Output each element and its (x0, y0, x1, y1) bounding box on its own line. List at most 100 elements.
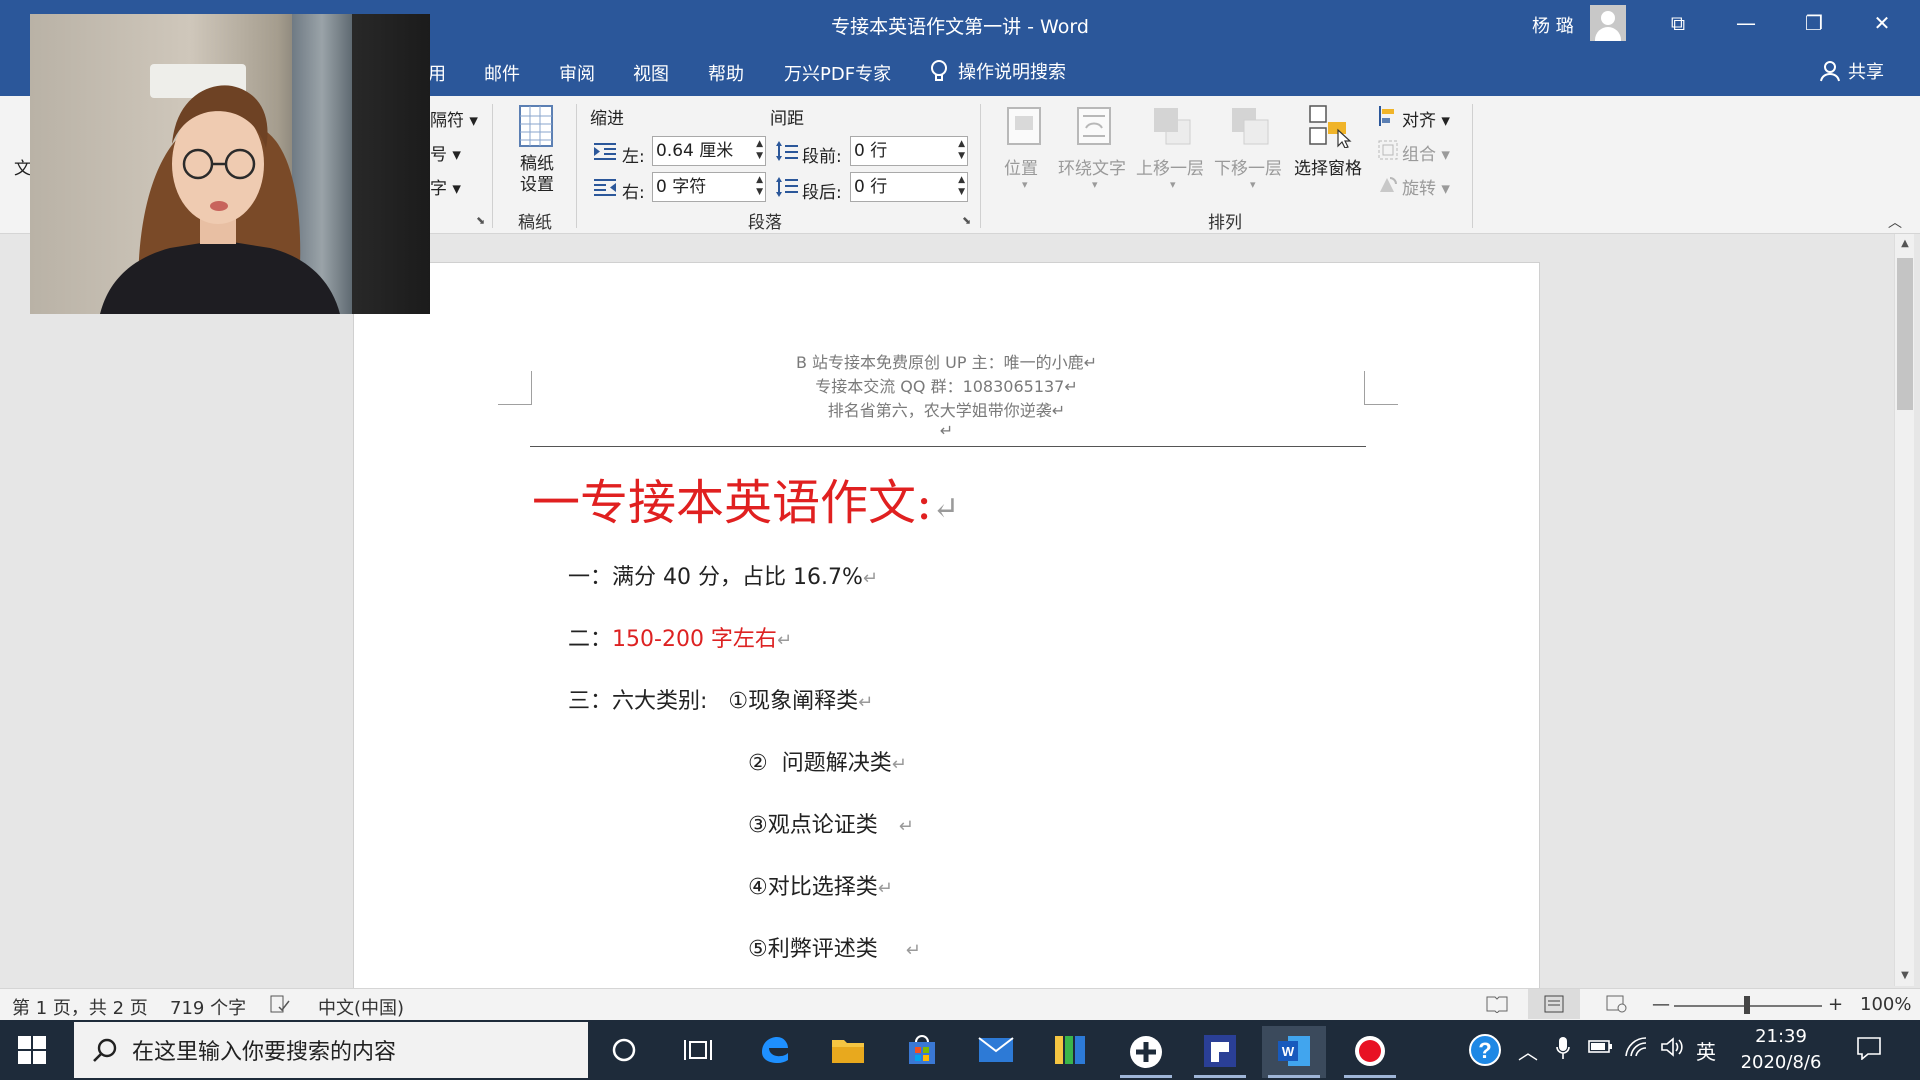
paragraph-mark: ↵ (891, 754, 907, 775)
line-text: 六大类别: ①现象阐释类 (612, 689, 859, 714)
action-center-icon[interactable] (1856, 1036, 1882, 1065)
ribbon-edge-text: 文 (14, 159, 31, 179)
print-layout-icon[interactable] (1528, 989, 1580, 1019)
vertical-scrollbar[interactable]: ▲ ▼ (1894, 234, 1914, 986)
wrap-text-button[interactable]: 环绕文字 (1058, 154, 1126, 179)
scroll-down-icon[interactable]: ▼ (1895, 970, 1915, 981)
rotate-icon (1380, 177, 1397, 192)
spacing-header: 间距 (770, 109, 804, 129)
share-button[interactable]: 共享 (1820, 58, 1884, 84)
collapse-ribbon-icon[interactable]: ︿ (1888, 212, 1902, 232)
spinner-arrows-icon[interactable]: ▲ ▼ (958, 138, 965, 162)
read-mode-icon[interactable] (1486, 995, 1508, 1018)
input-method-indicator[interactable]: 英 (1696, 1036, 1716, 1065)
tab-mailings[interactable]: 邮件 (484, 60, 520, 86)
windows-start-icon[interactable] (18, 1036, 46, 1064)
webcam-overlay (30, 14, 430, 314)
scroll-up-icon[interactable]: ▲ (1895, 238, 1915, 249)
tab-help[interactable]: 帮助 (708, 60, 744, 86)
indent-right-input[interactable]: 0 字符 ▲ ▼ (652, 172, 766, 202)
manuscript-settings-label: 稿纸 设置 (520, 154, 554, 195)
breaks-button[interactable]: 隔符 ▾ (430, 106, 478, 131)
minimize-button[interactable]: — (1712, 0, 1780, 46)
battery-icon[interactable] (1588, 1036, 1614, 1061)
cortana-icon[interactable] (592, 1026, 656, 1078)
tab-review[interactable]: 审阅 (559, 60, 595, 86)
space-after-input[interactable]: 0 行 ▲ ▼ (850, 172, 968, 202)
ribbon-display-options-button[interactable]: ⧉ (1644, 0, 1712, 46)
whiteboard-app-icon[interactable] (1188, 1026, 1252, 1078)
page-count[interactable]: 第 1 页，共 2 页 (12, 994, 148, 1020)
file-explorer-icon[interactable] (816, 1026, 880, 1078)
search-icon (93, 1038, 117, 1062)
rotate-button[interactable]: 旋转 ▾ (1402, 174, 1450, 199)
screen-recorder-icon[interactable] (1338, 1026, 1402, 1078)
indent-header: 缩进 (590, 109, 624, 129)
clock-date: 2020/8/6 (1740, 1052, 1822, 1073)
scroll-thumb[interactable] (1897, 258, 1913, 410)
language[interactable]: 中文(中国) (318, 994, 404, 1020)
selection-pane-button[interactable]: 选择窗格 (1294, 154, 1362, 179)
presenter-video (100, 85, 340, 314)
edge-browser-icon[interactable] (742, 1026, 806, 1078)
line-text: ④对比选择类 (748, 875, 878, 900)
account-name[interactable]: 杨 璐 (1532, 12, 1574, 38)
spreadsheet-app-icon[interactable] (1038, 1026, 1102, 1078)
position-button[interactable]: 位置 (1004, 154, 1038, 179)
help-icon[interactable]: ? (1468, 1033, 1502, 1072)
microphone-icon[interactable] (1556, 1036, 1570, 1065)
paragraph-mark: ↵ (862, 568, 878, 589)
indent-left-label: 左: (622, 147, 645, 167)
tab-wondershare-pdf[interactable]: 万兴PDF专家 (784, 60, 891, 86)
send-backward-button[interactable]: 下移一层 (1214, 154, 1282, 179)
space-after-label: 段后: (802, 183, 842, 203)
paragraph-mark: ↵ (932, 489, 959, 527)
page-setup-launcher-icon[interactable]: ⬊ (476, 214, 485, 227)
avatar[interactable] (1590, 5, 1626, 41)
taskbar-clock[interactable]: 21:39 2020/8/6 (1738, 1024, 1824, 1076)
bring-forward-button[interactable]: 上移一层 (1136, 154, 1204, 179)
document-page[interactable]: B 站专接本免费原创 UP 主：唯一的小鹿↵ 专接本交流 QQ 群：108306… (353, 262, 1540, 992)
position-icon (1007, 107, 1041, 145)
zoom-level[interactable]: 100% (1860, 994, 1911, 1015)
tell-me-search[interactable]: 操作说明搜索 (930, 58, 1066, 84)
show-hidden-icons-icon[interactable]: ︿ (1518, 1036, 1538, 1065)
hyphenation-button[interactable]: 字 ▾ (430, 174, 461, 199)
restore-button[interactable]: ❐ (1780, 0, 1848, 46)
line-prefix: 三： (568, 689, 613, 714)
space-before-label: 段前: (802, 147, 842, 167)
spinner-arrows-icon[interactable]: ▲ ▼ (756, 138, 763, 162)
zoom-slider-thumb[interactable] (1744, 996, 1750, 1014)
align-button[interactable]: 对齐 ▾ (1402, 106, 1450, 131)
indent-left-input[interactable]: 0.64 厘米 ▲ ▼ (652, 136, 766, 166)
close-button[interactable]: ✕ (1848, 0, 1916, 46)
spinner-arrows-icon[interactable]: ▲ ▼ (756, 174, 763, 198)
volume-icon[interactable] (1660, 1036, 1686, 1063)
task-view-icon[interactable] (666, 1026, 730, 1078)
send-backward-icon (1232, 108, 1269, 145)
manuscript-settings-button[interactable] (518, 104, 554, 152)
add-app-icon[interactable] (1114, 1026, 1178, 1078)
line-prefix: 一： (568, 565, 613, 590)
zoom-out-button[interactable]: — (1652, 994, 1670, 1015)
zoom-in-button[interactable]: + (1828, 994, 1843, 1015)
word-app-icon[interactable]: W (1262, 1026, 1326, 1078)
manuscript-grid-icon (519, 105, 553, 147)
word-count[interactable]: 719 个字 (170, 994, 246, 1020)
proofing-icon[interactable] (270, 995, 290, 1018)
paragraph-launcher-icon[interactable]: ⬊ (962, 214, 971, 227)
group-button[interactable]: 组合 ▾ (1402, 140, 1450, 165)
space-before-input[interactable]: 0 行 ▲ ▼ (850, 136, 968, 166)
spinner-arrows-icon[interactable]: ▲ ▼ (958, 174, 965, 198)
web-layout-icon[interactable] (1606, 995, 1628, 1018)
mail-icon[interactable] (964, 1026, 1028, 1078)
paragraph-group-label: 段落 (748, 213, 782, 233)
wifi-icon[interactable] (1624, 1036, 1648, 1063)
manuscript-group-label: 稿纸 (518, 213, 552, 233)
tab-references[interactable]: 用 (428, 60, 446, 86)
paragraph-mark: ↵ (858, 692, 874, 713)
store-icon[interactable] (890, 1026, 954, 1078)
tab-view[interactable]: 视图 (633, 60, 669, 86)
line-numbers-button[interactable]: 号 ▾ (430, 140, 461, 165)
taskbar-search-box[interactable]: 在这里输入你要搜索的内容 (74, 1022, 588, 1078)
